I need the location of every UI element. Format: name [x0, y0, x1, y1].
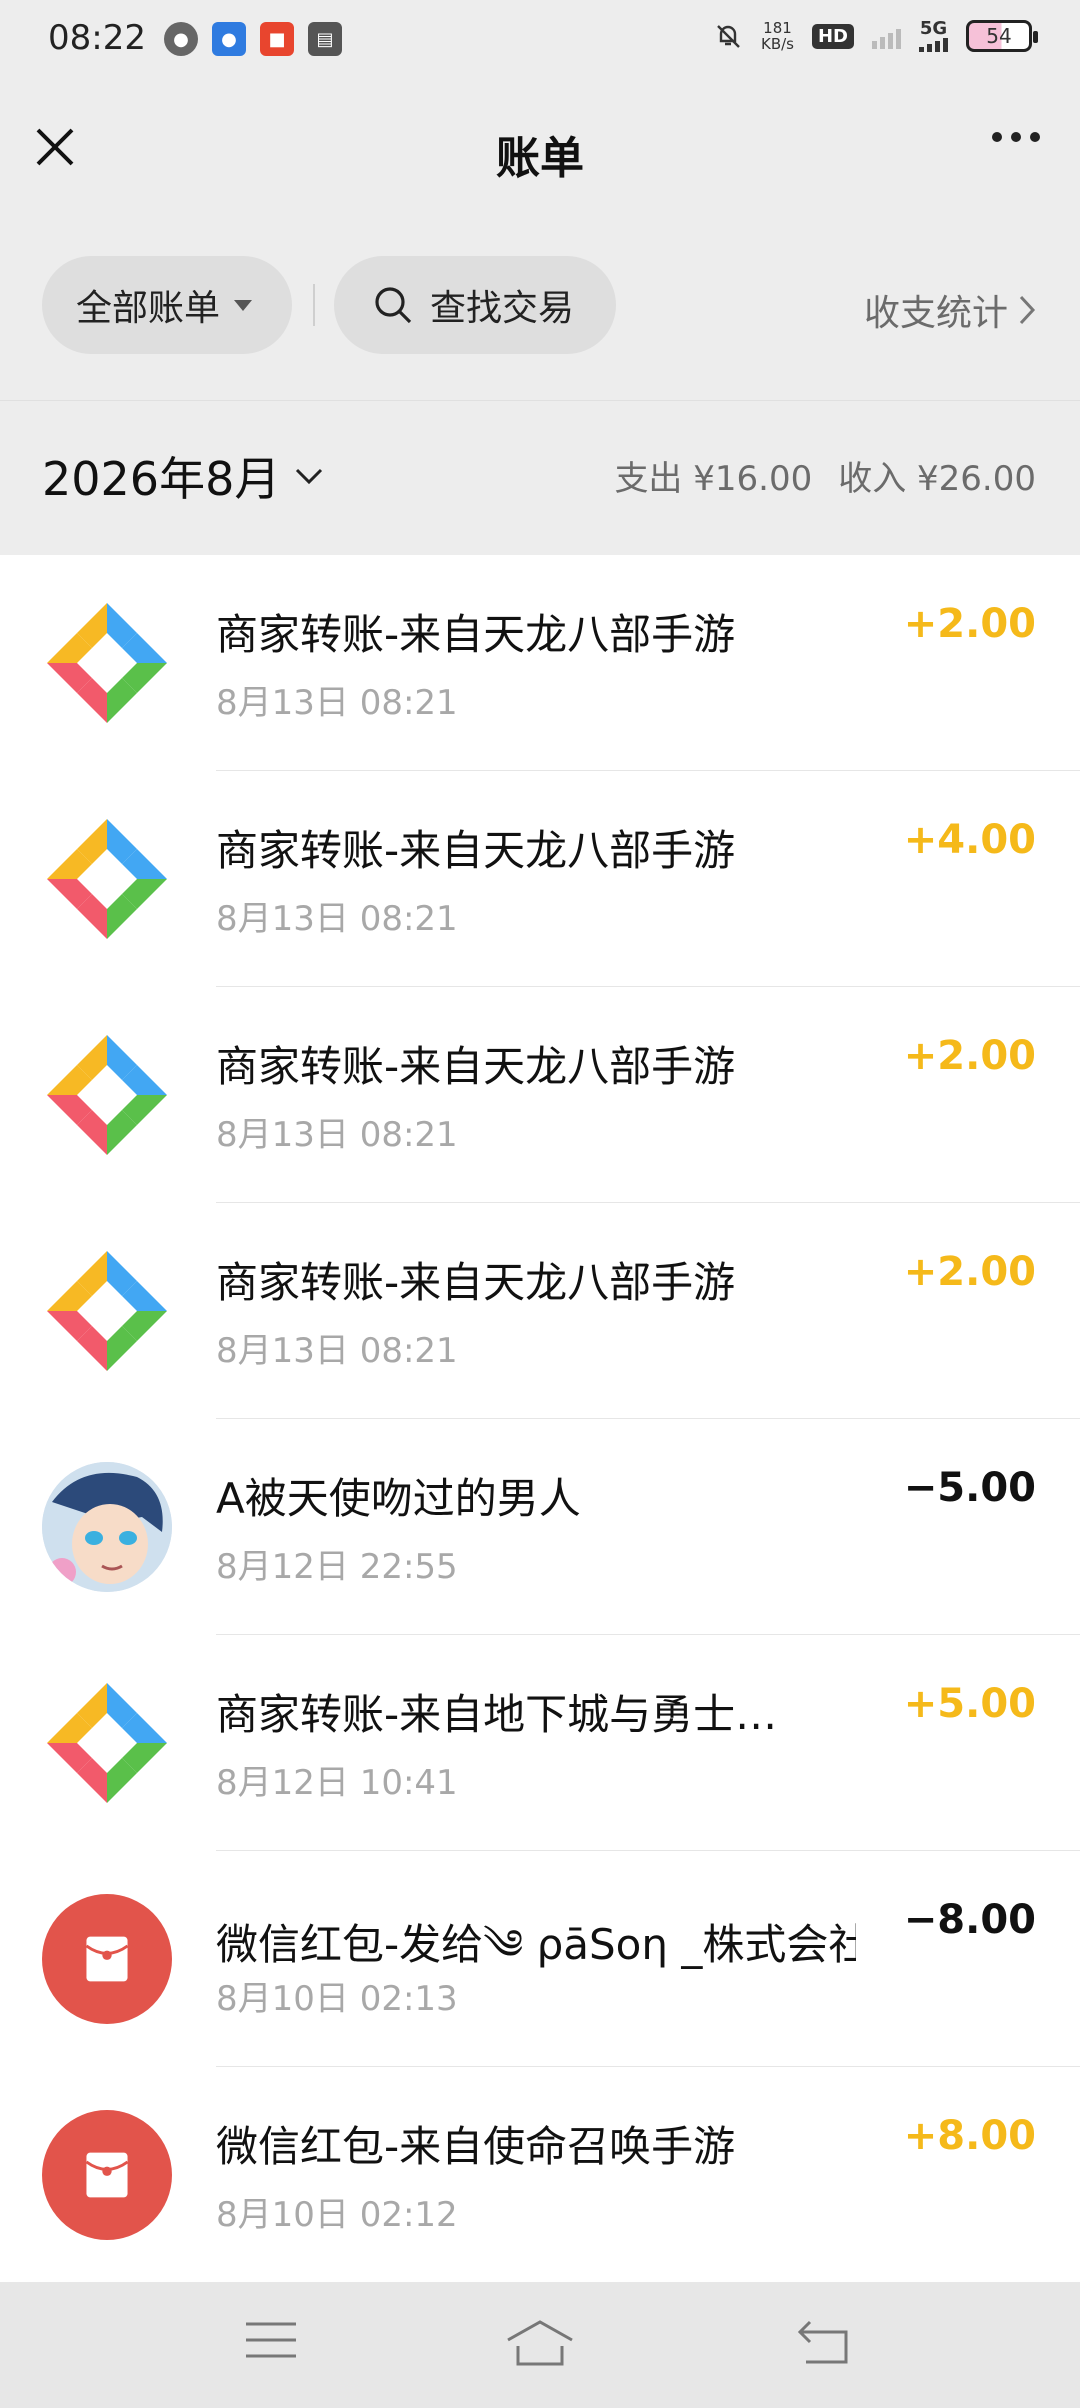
- battery-icon: 54: [966, 20, 1038, 52]
- avatar: [42, 1462, 172, 1592]
- status-right: 181 KB/s HD 5G 54: [713, 19, 1038, 53]
- back-icon[interactable]: [796, 2318, 852, 2366]
- transaction-time: 8月12日 10:41: [216, 1763, 458, 1803]
- app-notification-icon: ■: [260, 22, 294, 56]
- search-icon: [375, 287, 412, 324]
- transaction-amount: +8.00: [903, 2113, 1036, 2159]
- hd-icon: HD: [811, 23, 854, 49]
- transaction-time: 8月10日 02:12: [216, 2195, 458, 2235]
- transaction-row[interactable]: 微信红包-发给༄ ρāSoη _株式会社 8月10日 02:13 −8.00: [0, 1851, 1080, 2067]
- month-totals: 支出 ¥16.00 收入 ¥26.00: [614, 451, 1036, 500]
- system-nav-bar: [0, 2282, 1080, 2408]
- signal-icon: [872, 23, 901, 49]
- filter-bar: 全部账单 查找交易 收支统计: [0, 256, 1080, 354]
- transaction-row[interactable]: 商家转账-来自天龙八部手游 8月13日 08:21 +2.00: [0, 1203, 1080, 1419]
- transaction-time: 8月12日 22:55: [216, 1547, 458, 1587]
- wechat-icon: ●: [164, 22, 198, 56]
- search-transactions-button[interactable]: 查找交易: [334, 256, 616, 354]
- chevron-down-icon: [296, 468, 323, 485]
- transaction-title: A被天使吻过的男人: [216, 1474, 581, 1523]
- caret-down-icon: [234, 299, 253, 311]
- more-icon[interactable]: [992, 132, 1040, 142]
- transaction-time: 8月10日 02:13: [216, 1979, 458, 2019]
- nav-bar: 账单: [0, 82, 1080, 218]
- transaction-row[interactable]: 商家转账-来自天龙八部手游 8月13日 08:21 +2.00: [0, 987, 1080, 1203]
- status-bar: 08:22 ● ● ■ ▤ 181 KB/s HD 5G 54: [0, 0, 1080, 82]
- home-icon[interactable]: [504, 2318, 576, 2368]
- transaction-amount: +2.00: [903, 601, 1036, 647]
- transaction-time: 8月13日 08:21: [216, 1331, 458, 1371]
- mute-bell-icon: [717, 25, 740, 48]
- menu-icon[interactable]: [244, 2318, 298, 2362]
- all-bills-dropdown[interactable]: 全部账单: [42, 256, 292, 354]
- transaction-amount: +2.00: [903, 1249, 1036, 1295]
- transaction-amount: −8.00: [903, 1897, 1036, 1943]
- merchant-icon: [42, 814, 172, 944]
- transaction-row[interactable]: 商家转账-来自天龙八部手游 8月13日 08:21 +2.00: [0, 555, 1080, 771]
- status-time: 08:22: [48, 18, 146, 58]
- month-summary: 2026年8月 支出 ¥16.00 收入 ¥26.00: [0, 400, 1080, 555]
- divider: [313, 284, 315, 326]
- transaction-title: 商家转账-来自天龙八部手游: [216, 610, 736, 659]
- transaction-row[interactable]: 商家转账-来自地下城与勇士… 8月12日 10:41 +5.00: [0, 1635, 1080, 1851]
- chevron-right-icon: [1019, 295, 1036, 325]
- month-selector[interactable]: 2026年8月: [42, 443, 324, 509]
- transaction-time: 8月13日 08:21: [216, 1115, 458, 1155]
- merchant-icon: [42, 1030, 172, 1160]
- transaction-amount: −5.00: [903, 1465, 1036, 1511]
- transaction-title: 商家转账-来自地下城与勇士…: [216, 1690, 778, 1739]
- income-expense-stats-link[interactable]: 收支统计: [864, 284, 1036, 336]
- transaction-row[interactable]: A被天使吻过的男人 8月12日 22:55 −5.00: [0, 1419, 1080, 1635]
- merchant-icon: [42, 1246, 172, 1376]
- merchant-icon: [42, 598, 172, 728]
- calendar-icon: ▤: [308, 22, 342, 56]
- transaction-title: 商家转账-来自天龙八部手游: [216, 1258, 736, 1307]
- page-title: 账单: [496, 133, 584, 184]
- income-total: 收入 ¥26.00: [838, 459, 1036, 499]
- transaction-amount: +5.00: [903, 1681, 1036, 1727]
- transaction-row[interactable]: 商家转账-来自天龙八部手游 8月13日 08:21 +4.00: [0, 771, 1080, 987]
- transaction-title: 微信红包-来自使命召唤手游: [216, 2122, 736, 2171]
- notification-icons: ● ● ■ ▤: [164, 22, 342, 56]
- transaction-time: 8月13日 08:21: [216, 899, 458, 939]
- transaction-title: 商家转账-来自天龙八部手游: [216, 1042, 736, 1091]
- transaction-amount: +2.00: [903, 1033, 1036, 1079]
- telecom-icon: ●: [212, 22, 246, 56]
- transaction-title: 商家转账-来自天龙八部手游: [216, 826, 736, 875]
- transaction-list: 商家转账-来自天龙八部手游 8月13日 08:21 +2.00 商家转账-来自天龙八…: [0, 555, 1080, 2282]
- red-packet-icon: [42, 2110, 172, 2240]
- merchant-icon: [42, 1678, 172, 1808]
- transaction-row[interactable]: 微信红包-来自使命召唤手游 8月10日 02:12 +8.00: [0, 2067, 1080, 2282]
- expense-total: 支出 ¥16.00: [614, 459, 813, 499]
- 5g-signal: 5G: [919, 20, 948, 52]
- network-speed: 181 KB/s: [760, 19, 794, 53]
- red-packet-icon: [42, 1894, 172, 2024]
- transaction-amount: +4.00: [903, 817, 1036, 863]
- transaction-time: 8月13日 08:21: [216, 683, 458, 723]
